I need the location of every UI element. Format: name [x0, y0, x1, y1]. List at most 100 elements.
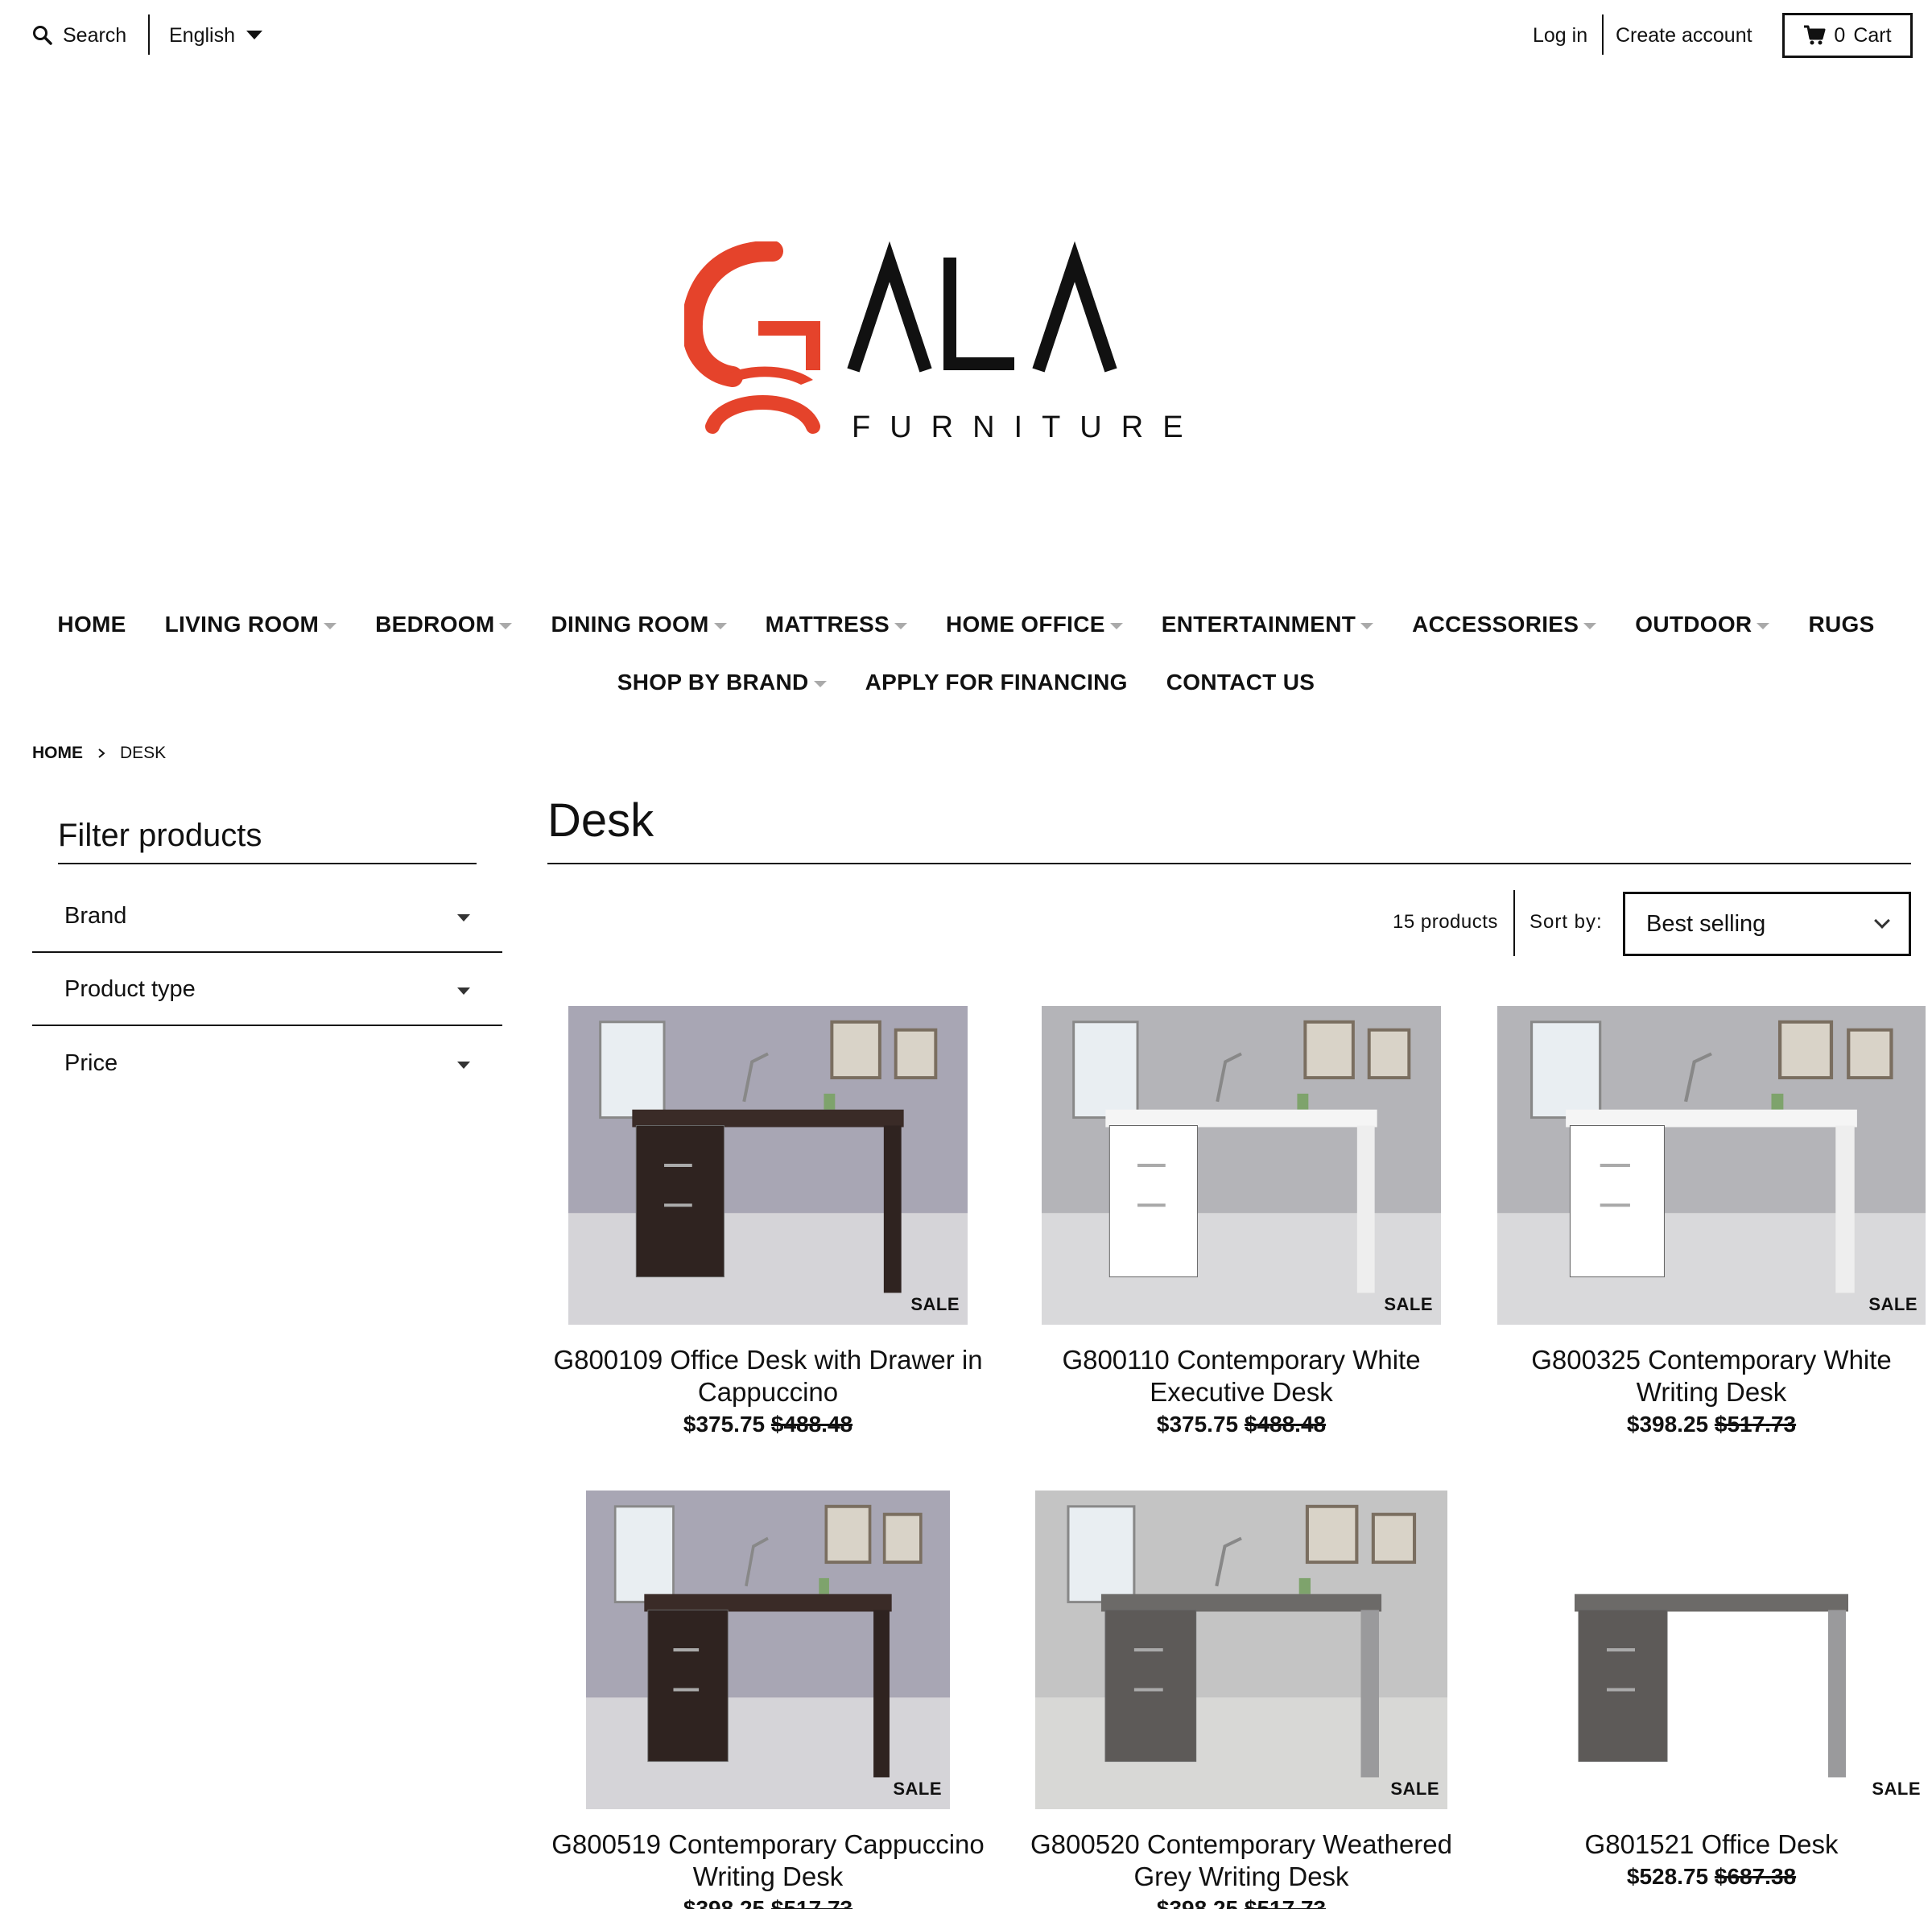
product-image[interactable]: SALE [1497, 1006, 1926, 1325]
filter-brand[interactable]: Brand [32, 880, 502, 953]
nav-item-contact-us[interactable]: CONTACT US [1147, 666, 1334, 699]
compare-price: $687.38 [1714, 1864, 1797, 1889]
caret-down-icon [713, 623, 727, 629]
main-nav-row-1: HOME LIVING ROOM BEDROOM DINING ROOM MATTRES… [0, 608, 1932, 641]
product-image[interactable]: SALE [568, 1006, 968, 1325]
compare-price: $488.48 [1244, 1412, 1327, 1437]
filter-product-type[interactable]: Product type [32, 954, 502, 1026]
search-link[interactable]: Search [32, 19, 126, 52]
product-title[interactable]: G800519 Contemporary Cappuccino Writing … [547, 1829, 989, 1893]
caret-down-icon [499, 623, 513, 629]
language-selector[interactable]: English [169, 19, 262, 52]
caret-down-icon [324, 623, 337, 629]
sort-select[interactable]: Best selling [1623, 892, 1911, 956]
sale-price: $398.25 [1626, 1412, 1709, 1437]
desk-image [1575, 1594, 1848, 1778]
caret-down-icon [457, 913, 470, 922]
create-account-link[interactable]: Create account [1616, 19, 1752, 52]
product-count: 15 products [1393, 911, 1498, 933]
product-price: $528.75 $687.38 [1491, 1864, 1932, 1890]
product-price: $398.25 $517.73 [1021, 1896, 1462, 1909]
sale-badge: SALE [893, 1779, 942, 1799]
nav-item-label: SHOP BY BRAND [617, 670, 809, 695]
product-image[interactable]: SALE [1042, 1006, 1441, 1325]
nav-item-home[interactable]: HOME [38, 608, 145, 641]
filter-label: Product type [64, 975, 196, 1002]
filter-price[interactable]: Price [32, 1027, 502, 1099]
caret-down-icon [894, 623, 907, 629]
product-card[interactable]: SALE G800109 Office Desk with Drawer in C… [547, 1006, 989, 1437]
compare-price: $517.73 [1714, 1412, 1797, 1437]
nav-item-label: MATTRESS [765, 612, 890, 637]
nav-item-label: DINING ROOM [551, 612, 709, 637]
breadcrumb-current: DESK [120, 744, 167, 762]
filter-label: Price [64, 1049, 118, 1076]
cart-button[interactable]: 0 Cart [1782, 13, 1913, 58]
nav-item-label: APPLY FOR FINANCING [865, 670, 1128, 695]
cart-count: 0 [1834, 23, 1846, 47]
search-label: Search [63, 23, 127, 47]
compare-price: $517.73 [1244, 1896, 1327, 1909]
nav-item-label: ACCESSORIES [1412, 612, 1579, 637]
product-title[interactable]: G800520 Contemporary Weathered Grey Writ… [1021, 1829, 1462, 1893]
nav-item-shop-by-brand[interactable]: SHOP BY BRAND [598, 666, 846, 699]
product-title[interactable]: G800110 Contemporary White Executive Des… [1021, 1344, 1462, 1408]
product-image[interactable]: SALE [1035, 1491, 1447, 1809]
caret-down-icon [1360, 623, 1374, 629]
top-bar: Search English Log in Create account 0 C… [0, 0, 1932, 72]
breadcrumb-home[interactable]: HOME [32, 744, 83, 763]
sort-label: Sort by: [1530, 911, 1603, 933]
nav-item-label: OUTDOOR [1635, 612, 1752, 637]
product-title[interactable]: G801521 Office Desk [1491, 1829, 1932, 1861]
product-image[interactable]: SALE [1510, 1491, 1921, 1809]
nav-item-rugs[interactable]: RUGS [1789, 608, 1893, 641]
nav-item-label: HOME OFFICE [946, 612, 1105, 637]
product-card[interactable]: SALE G800325 Contemporary White Writing D… [1491, 1006, 1932, 1437]
sale-badge: SALE [1872, 1779, 1921, 1799]
product-title[interactable]: G800109 Office Desk with Drawer in Cappu… [547, 1344, 989, 1408]
caret-down-icon [813, 681, 827, 687]
sale-badge: SALE [1384, 1294, 1433, 1314]
nav-item-mattress[interactable]: MATTRESS [746, 608, 927, 641]
sale-badge: SALE [910, 1294, 960, 1314]
product-image[interactable]: SALE [586, 1491, 950, 1809]
nav-item-bedroom[interactable]: BEDROOM [356, 608, 531, 641]
caret-down-icon [457, 987, 470, 995]
product-card[interactable]: SALE G800520 Contemporary Weathered Grey … [1021, 1491, 1462, 1909]
nav-item-label: ENTERTAINMENT [1161, 612, 1356, 637]
product-price: $375.75 $488.48 [1021, 1412, 1462, 1437]
product-price: $375.75 $488.48 [547, 1412, 989, 1437]
nav-item-outdoor[interactable]: OUTDOOR [1616, 608, 1789, 641]
nav-item-home-office[interactable]: HOME OFFICE [927, 608, 1142, 641]
login-link[interactable]: Log in [1533, 19, 1587, 52]
caret-down-icon [246, 31, 262, 40]
compare-price: $488.48 [770, 1412, 853, 1437]
product-price: $398.25 $517.73 [547, 1896, 989, 1909]
product-card[interactable]: SALE G800110 Contemporary White Executive… [1021, 1006, 1462, 1437]
caret-down-icon [1583, 623, 1597, 629]
nav-item-label: BEDROOM [375, 612, 495, 637]
sale-badge: SALE [1390, 1779, 1439, 1799]
nav-item-accessories[interactable]: ACCESSORIES [1393, 608, 1616, 641]
nav-item-label: HOME [57, 612, 126, 637]
product-card[interactable]: SALE G801521 Office Desk $528.75 $687.38 [1491, 1491, 1932, 1890]
sale-price: $528.75 [1626, 1864, 1709, 1889]
compare-price: $517.73 [770, 1896, 853, 1909]
nav-item-entertainment[interactable]: ENTERTAINMENT [1142, 608, 1393, 641]
store-logo[interactable]: FURNITURE [684, 241, 1216, 443]
sale-price: $375.75 [683, 1412, 766, 1437]
nav-item-label: LIVING ROOM [164, 612, 320, 637]
nav-item-living-room[interactable]: LIVING ROOM [146, 608, 357, 641]
nav-item-dining-room[interactable]: DINING ROOM [531, 608, 745, 641]
language-label: English [169, 23, 235, 47]
desk-image [1042, 1006, 1441, 1325]
caret-down-icon [457, 1061, 470, 1069]
nav-item-apply-for-financing[interactable]: APPLY FOR FINANCING [846, 666, 1147, 699]
filter-title: Filter products [58, 818, 262, 853]
logo-subtitle: FURNITURE [852, 410, 1203, 443]
divider [148, 14, 150, 55]
desk-image [568, 1006, 968, 1325]
product-price: $398.25 $517.73 [1491, 1412, 1932, 1437]
product-card[interactable]: SALE G800519 Contemporary Cappuccino Writ… [547, 1491, 989, 1909]
product-title[interactable]: G800325 Contemporary White Writing Desk [1491, 1344, 1932, 1408]
